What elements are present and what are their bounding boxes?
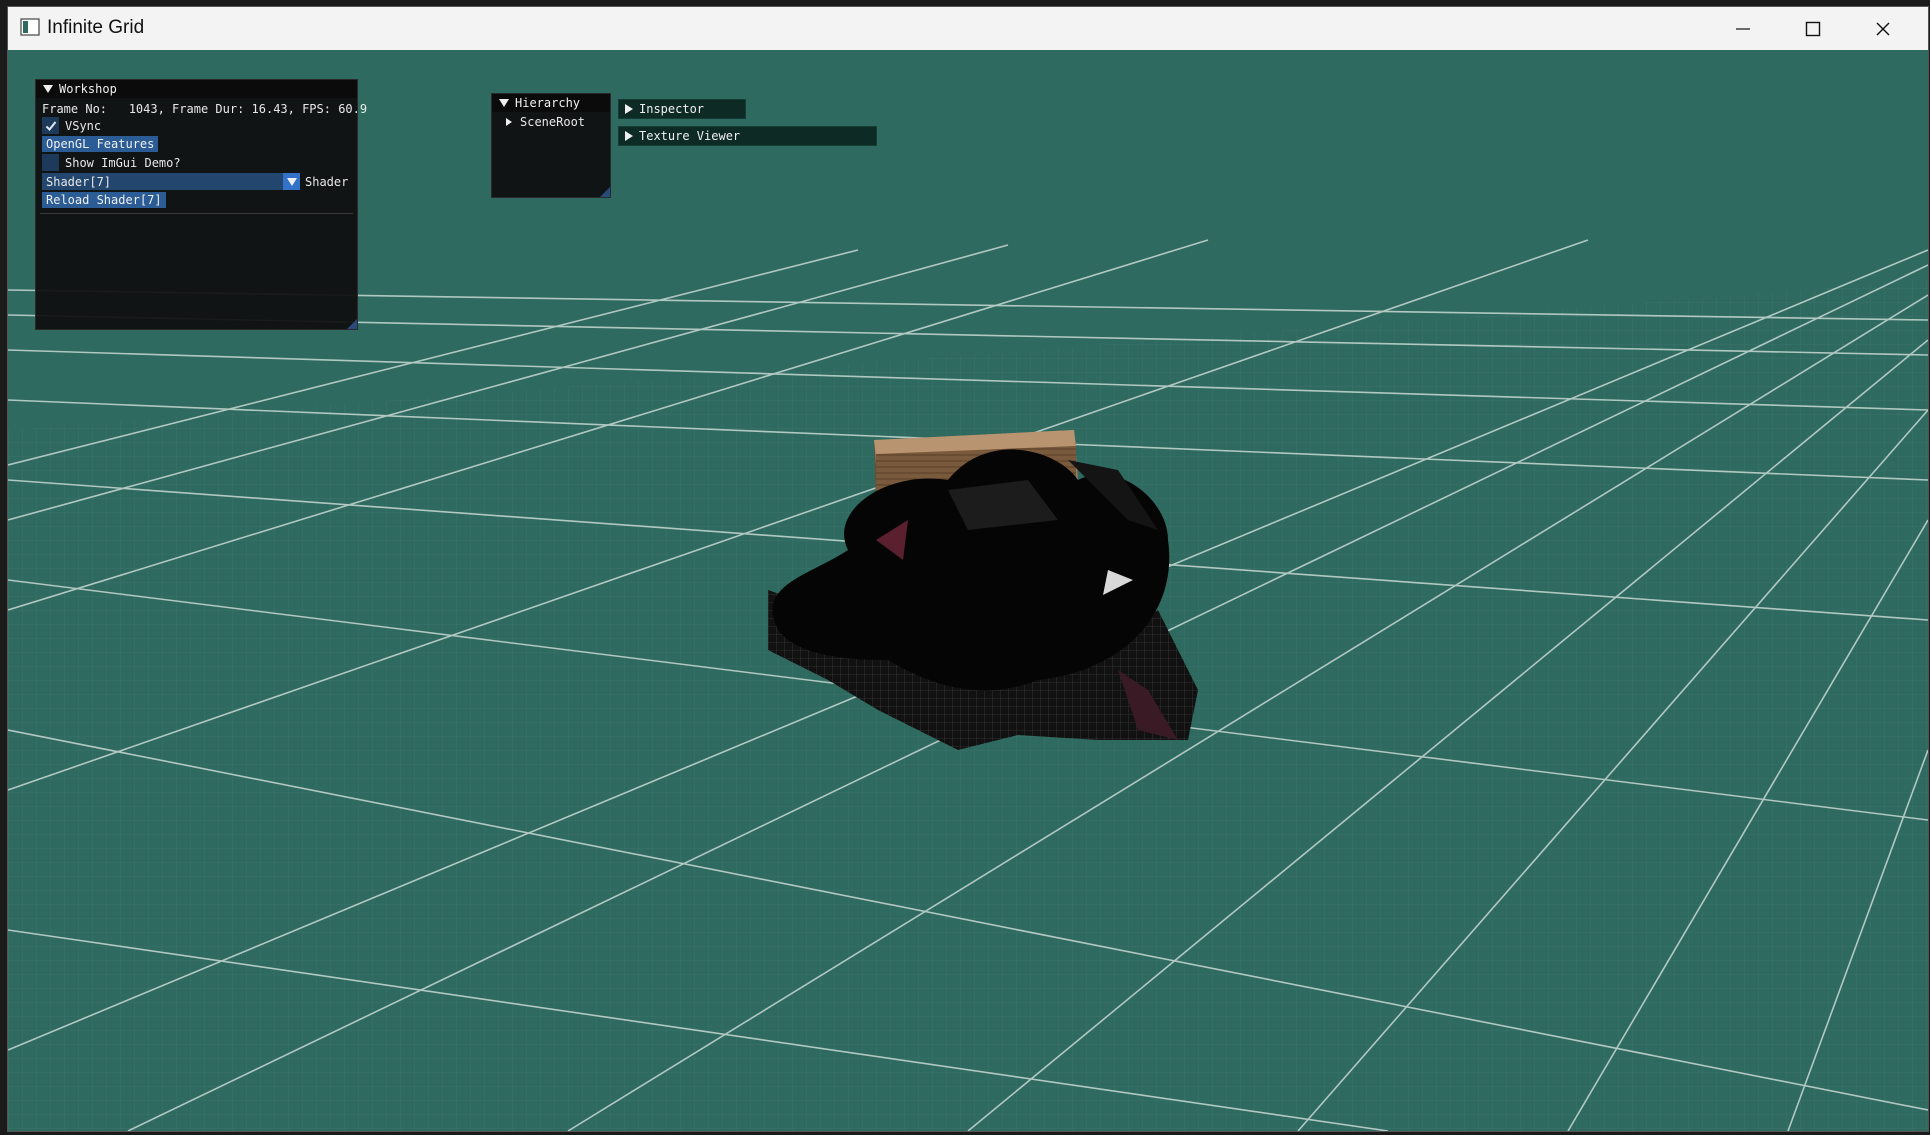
- show-imgui-demo-row[interactable]: Show ImGui Demo?: [42, 154, 181, 171]
- minimize-button[interactable]: [1708, 7, 1778, 50]
- texture-viewer-title: Texture Viewer: [639, 129, 741, 143]
- expand-arrow-icon[interactable]: [506, 118, 512, 126]
- tree-item-sceneroot[interactable]: SceneRoot: [506, 115, 585, 129]
- dropdown-arrow-icon[interactable]: [283, 173, 300, 190]
- collapse-arrow-icon[interactable]: [499, 99, 509, 107]
- app-window: Infinite Grid Workshop Frame No: 1043, F…: [7, 6, 1929, 1132]
- checkmark-icon: [45, 120, 56, 131]
- close-button[interactable]: [1848, 7, 1918, 50]
- window-title: Infinite Grid: [47, 17, 145, 38]
- tree-item-label: SceneRoot: [520, 115, 586, 129]
- shader-combo[interactable]: Shader[7]: [42, 173, 300, 190]
- workshop-header[interactable]: Workshop: [36, 80, 357, 98]
- hierarchy-title: Hierarchy: [515, 96, 581, 110]
- workshop-window[interactable]: Workshop Frame No: 1043, Frame Dur: 16.4…: [35, 79, 367, 330]
- expand-arrow-icon[interactable]: [625, 131, 633, 141]
- expand-arrow-icon[interactable]: [625, 104, 633, 114]
- shader-combo-value: Shader[7]: [46, 174, 112, 189]
- inspector-window[interactable]: Inspector: [618, 99, 746, 119]
- resize-grip[interactable]: [347, 319, 357, 329]
- workshop-title: Workshop: [59, 82, 117, 96]
- minimize-icon: [1736, 27, 1750, 30]
- title-bar[interactable]: Infinite Grid: [8, 7, 1928, 50]
- maximize-button[interactable]: [1778, 7, 1848, 50]
- separator: [40, 213, 353, 214]
- reload-shader-button[interactable]: Reload Shader[7]: [42, 192, 166, 208]
- resize-grip[interactable]: [600, 187, 610, 197]
- hierarchy-window[interactable]: Hierarchy SceneRoot: [491, 93, 611, 198]
- texture-viewer-window[interactable]: Texture Viewer: [618, 126, 877, 146]
- vsync-checkbox[interactable]: [42, 117, 59, 134]
- close-icon: [1876, 22, 1890, 35]
- hierarchy-header[interactable]: Hierarchy: [492, 94, 610, 112]
- maximize-icon: [1805, 21, 1821, 36]
- show-imgui-demo-label: Show ImGui Demo?: [65, 155, 181, 170]
- app-icon: [20, 18, 40, 36]
- scene-viewport[interactable]: Workshop Frame No: 1043, Frame Dur: 16.4…: [8, 50, 1928, 1131]
- collapse-arrow-icon[interactable]: [43, 85, 53, 93]
- shader-combo-label: Shader: [305, 174, 349, 189]
- vsync-label: VSync: [65, 118, 102, 133]
- frame-info-text: Frame No: 1043, Frame Dur: 16.43, FPS: 6…: [42, 102, 368, 116]
- inspector-title: Inspector: [639, 102, 705, 116]
- show-imgui-demo-checkbox[interactable]: [42, 154, 59, 171]
- opengl-features-button[interactable]: OpenGL Features: [42, 136, 159, 152]
- vsync-row[interactable]: VSync: [42, 117, 101, 134]
